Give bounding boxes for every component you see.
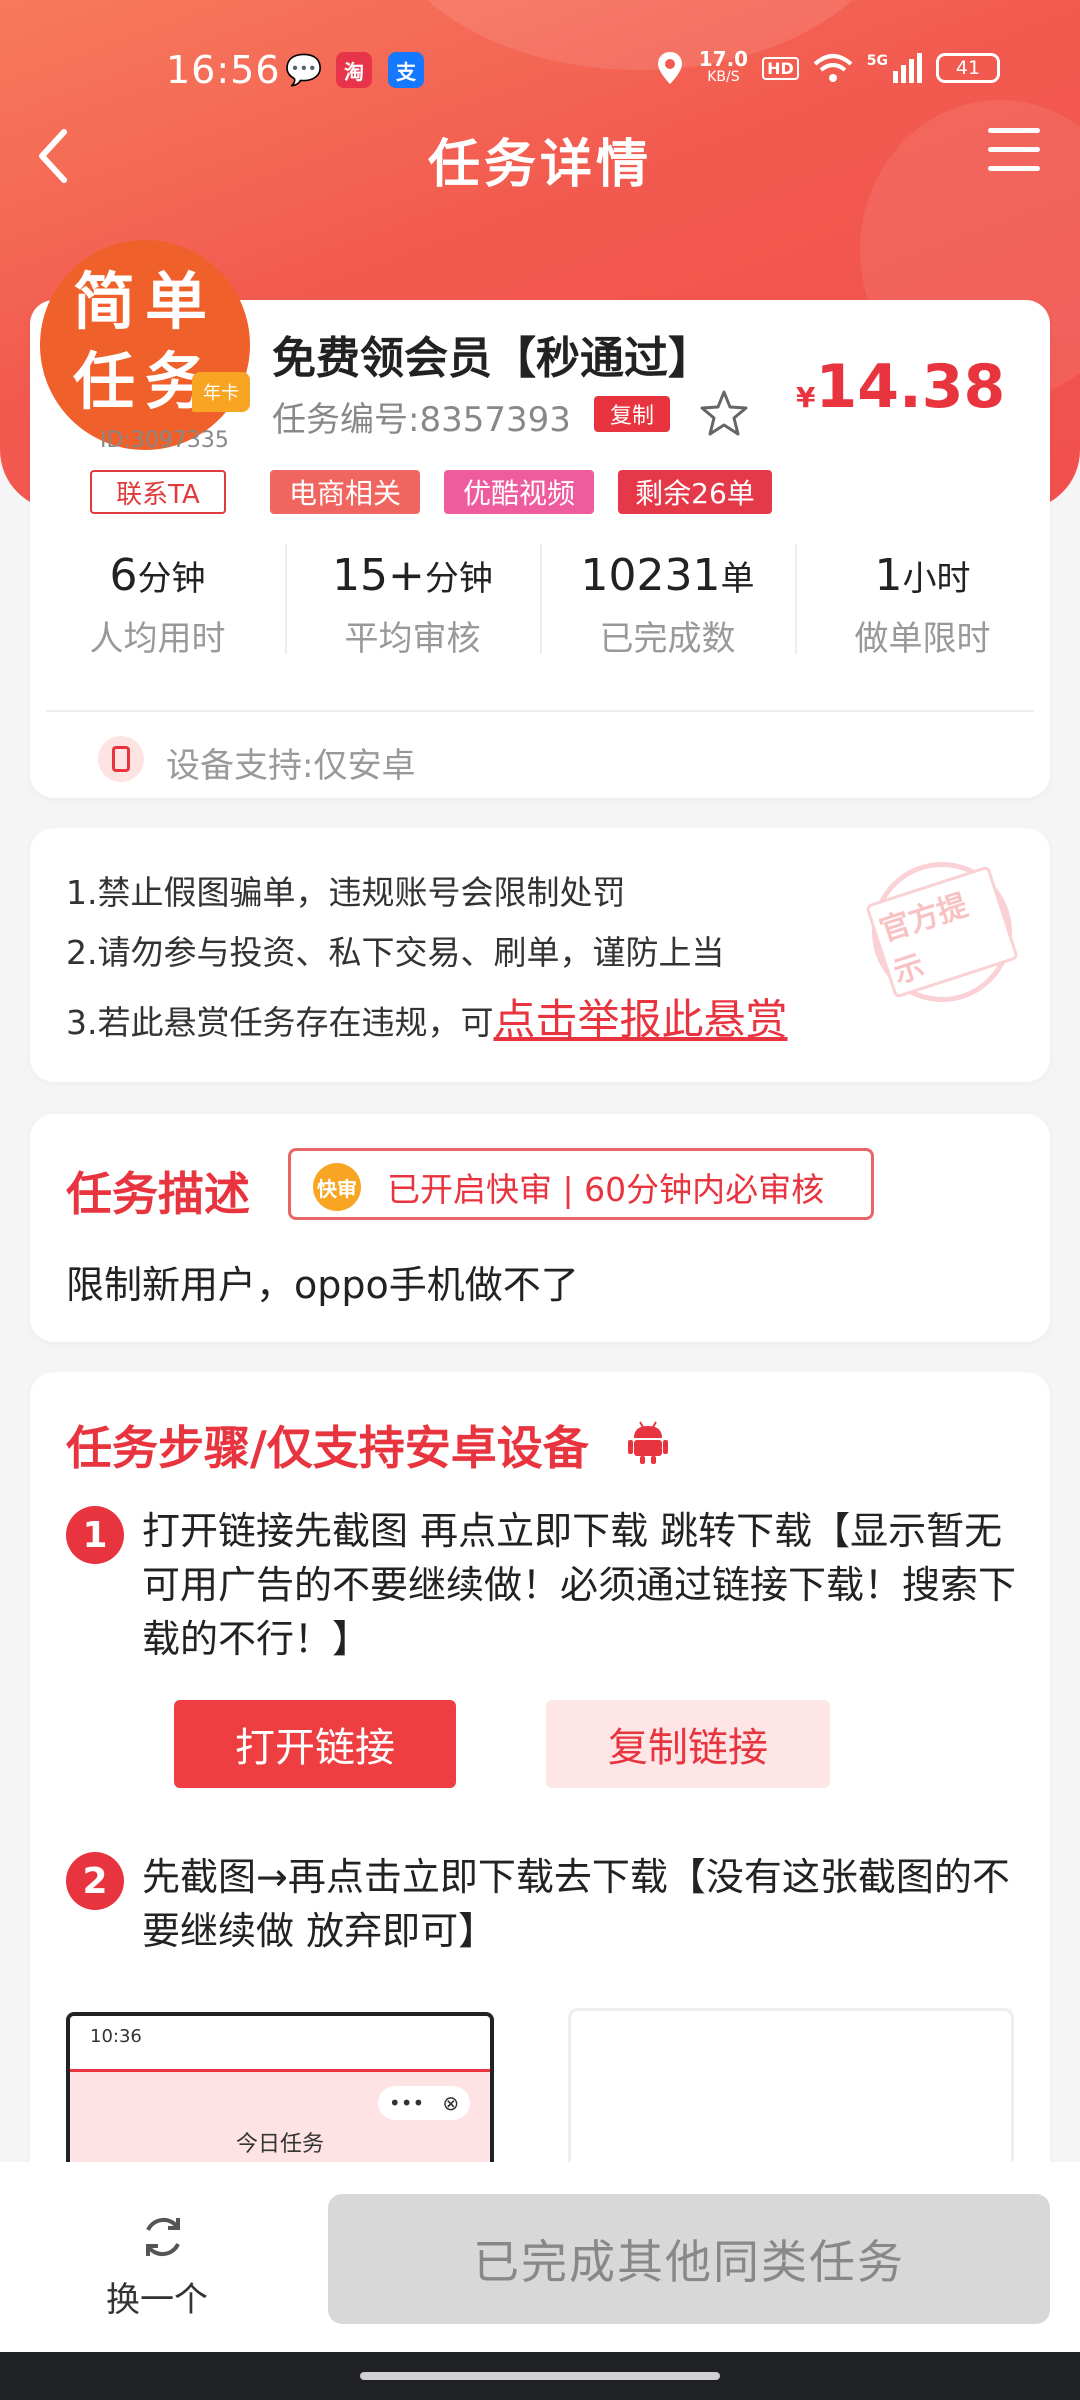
phone-icon	[98, 736, 144, 782]
fast-review-text: 已开启快审 | 60分钟内必审核	[387, 1170, 825, 1209]
notice-line-2: 2.请勿参与投资、私下交易、刷单，谨防上当	[66, 933, 725, 972]
tag-platform: 优酷视频	[444, 470, 594, 514]
wechat-icon: 💬	[285, 52, 323, 88]
screenshot-status-bar: 10:36	[70, 2016, 490, 2072]
hd-icon: HD	[762, 56, 799, 80]
alipay-icon: 支	[388, 52, 424, 88]
android-icon	[628, 1421, 668, 1464]
nav-bar: 任务详情	[0, 110, 1080, 200]
annual-card-badge: 年卡	[192, 372, 250, 412]
task-number: 任务编号:8357393	[272, 400, 571, 440]
device-support: 设备支持:仅安卓	[166, 746, 416, 786]
taobao-icon: 淘	[336, 52, 372, 88]
net-speed: 17.0 KB/S	[698, 47, 749, 85]
wifi-icon	[813, 54, 853, 82]
screenshot-capsule: ••• ⊗	[378, 2086, 470, 2120]
location-icon	[657, 52, 682, 84]
status-time: 16:56	[166, 48, 281, 92]
gesture-navigation-area	[0, 2352, 1080, 2400]
swap-task-button[interactable]: 换一个	[106, 2272, 208, 2321]
tag-remaining: 剩余26单	[618, 470, 772, 514]
stat-completed: 10231单 已完成数	[540, 530, 795, 680]
stat-avg-time: 6分钟 人均用时	[89, 550, 226, 659]
status-indicators: 17.0 KB/S HD 5G 41	[655, 47, 1000, 86]
completed-similar-task-button: 已完成其他同类任务	[328, 2194, 1050, 2324]
publisher-id: ID:3097335	[100, 428, 229, 453]
task-title: 免费领会员【秒通过】	[272, 333, 712, 384]
steps-title: 任务步骤/仅支持安卓设备	[66, 1421, 589, 1475]
description-title: 任务描述	[66, 1167, 250, 1221]
status-bar: 16:56 💬 淘 支 17.0 KB/S HD 5G 41	[0, 48, 1080, 98]
copy-task-number-button[interactable]: 复制	[594, 396, 670, 432]
task-type-badge: 简单 任务	[40, 240, 250, 450]
menu-icon[interactable]	[988, 128, 1040, 178]
tag-category: 电商相关	[270, 470, 420, 514]
contact-button[interactable]: 联系TA	[90, 470, 226, 514]
step-2-number: 2	[66, 1852, 124, 1910]
stat-time-limit: 1小时 做单限时	[795, 530, 1050, 680]
description-text: 限制新用户，oppo手机做不了	[66, 1263, 579, 1307]
step-1-number: 1	[66, 1506, 124, 1564]
divider	[46, 710, 1034, 712]
signal-icon: 5G	[867, 53, 922, 83]
fast-review-badge: 快审 已开启快审 | 60分钟内必审核	[288, 1148, 874, 1220]
battery-icon: 41	[936, 53, 1000, 83]
refresh-icon[interactable]	[138, 2212, 188, 2262]
step-2-text: 先截图→再点击立即下载去下载【没有这张截图的不要继续做 放弃即可】	[142, 1855, 1010, 1953]
screenshot-title: 今日任务	[235, 2132, 324, 2157]
task-stats: 6分钟 人均用时 15+分钟 平均审核 10231单 已完成数 1小时 做单限时	[30, 530, 1050, 680]
favorite-star-icon[interactable]	[698, 388, 750, 440]
notice-line-3: 3.若此悬赏任务存在违规，可点击举报此悬赏	[66, 995, 788, 1044]
task-reward-price: ¥14.38	[796, 352, 1006, 422]
stat-avg-review: 15+分钟 平均审核	[285, 530, 540, 680]
step-1-text: 打开链接先截图 再点立即下载 跳转下载【显示暂无可用广告的不要继续做！必须通过链…	[142, 1509, 1017, 1661]
copy-link-button[interactable]: 复制链接	[546, 1700, 830, 1788]
home-indicator[interactable]	[360, 2372, 720, 2380]
report-link[interactable]: 点击举报此悬赏	[494, 995, 788, 1044]
fast-review-icon: 快审	[313, 1163, 361, 1211]
open-link-button[interactable]: 打开链接	[174, 1700, 456, 1788]
bottom-action-bar: 换一个 已完成其他同类任务	[0, 2162, 1080, 2352]
notice-line-1: 1.禁止假图骗单，违规账号会限制处罚	[66, 873, 626, 912]
page-title: 任务详情	[427, 135, 652, 195]
